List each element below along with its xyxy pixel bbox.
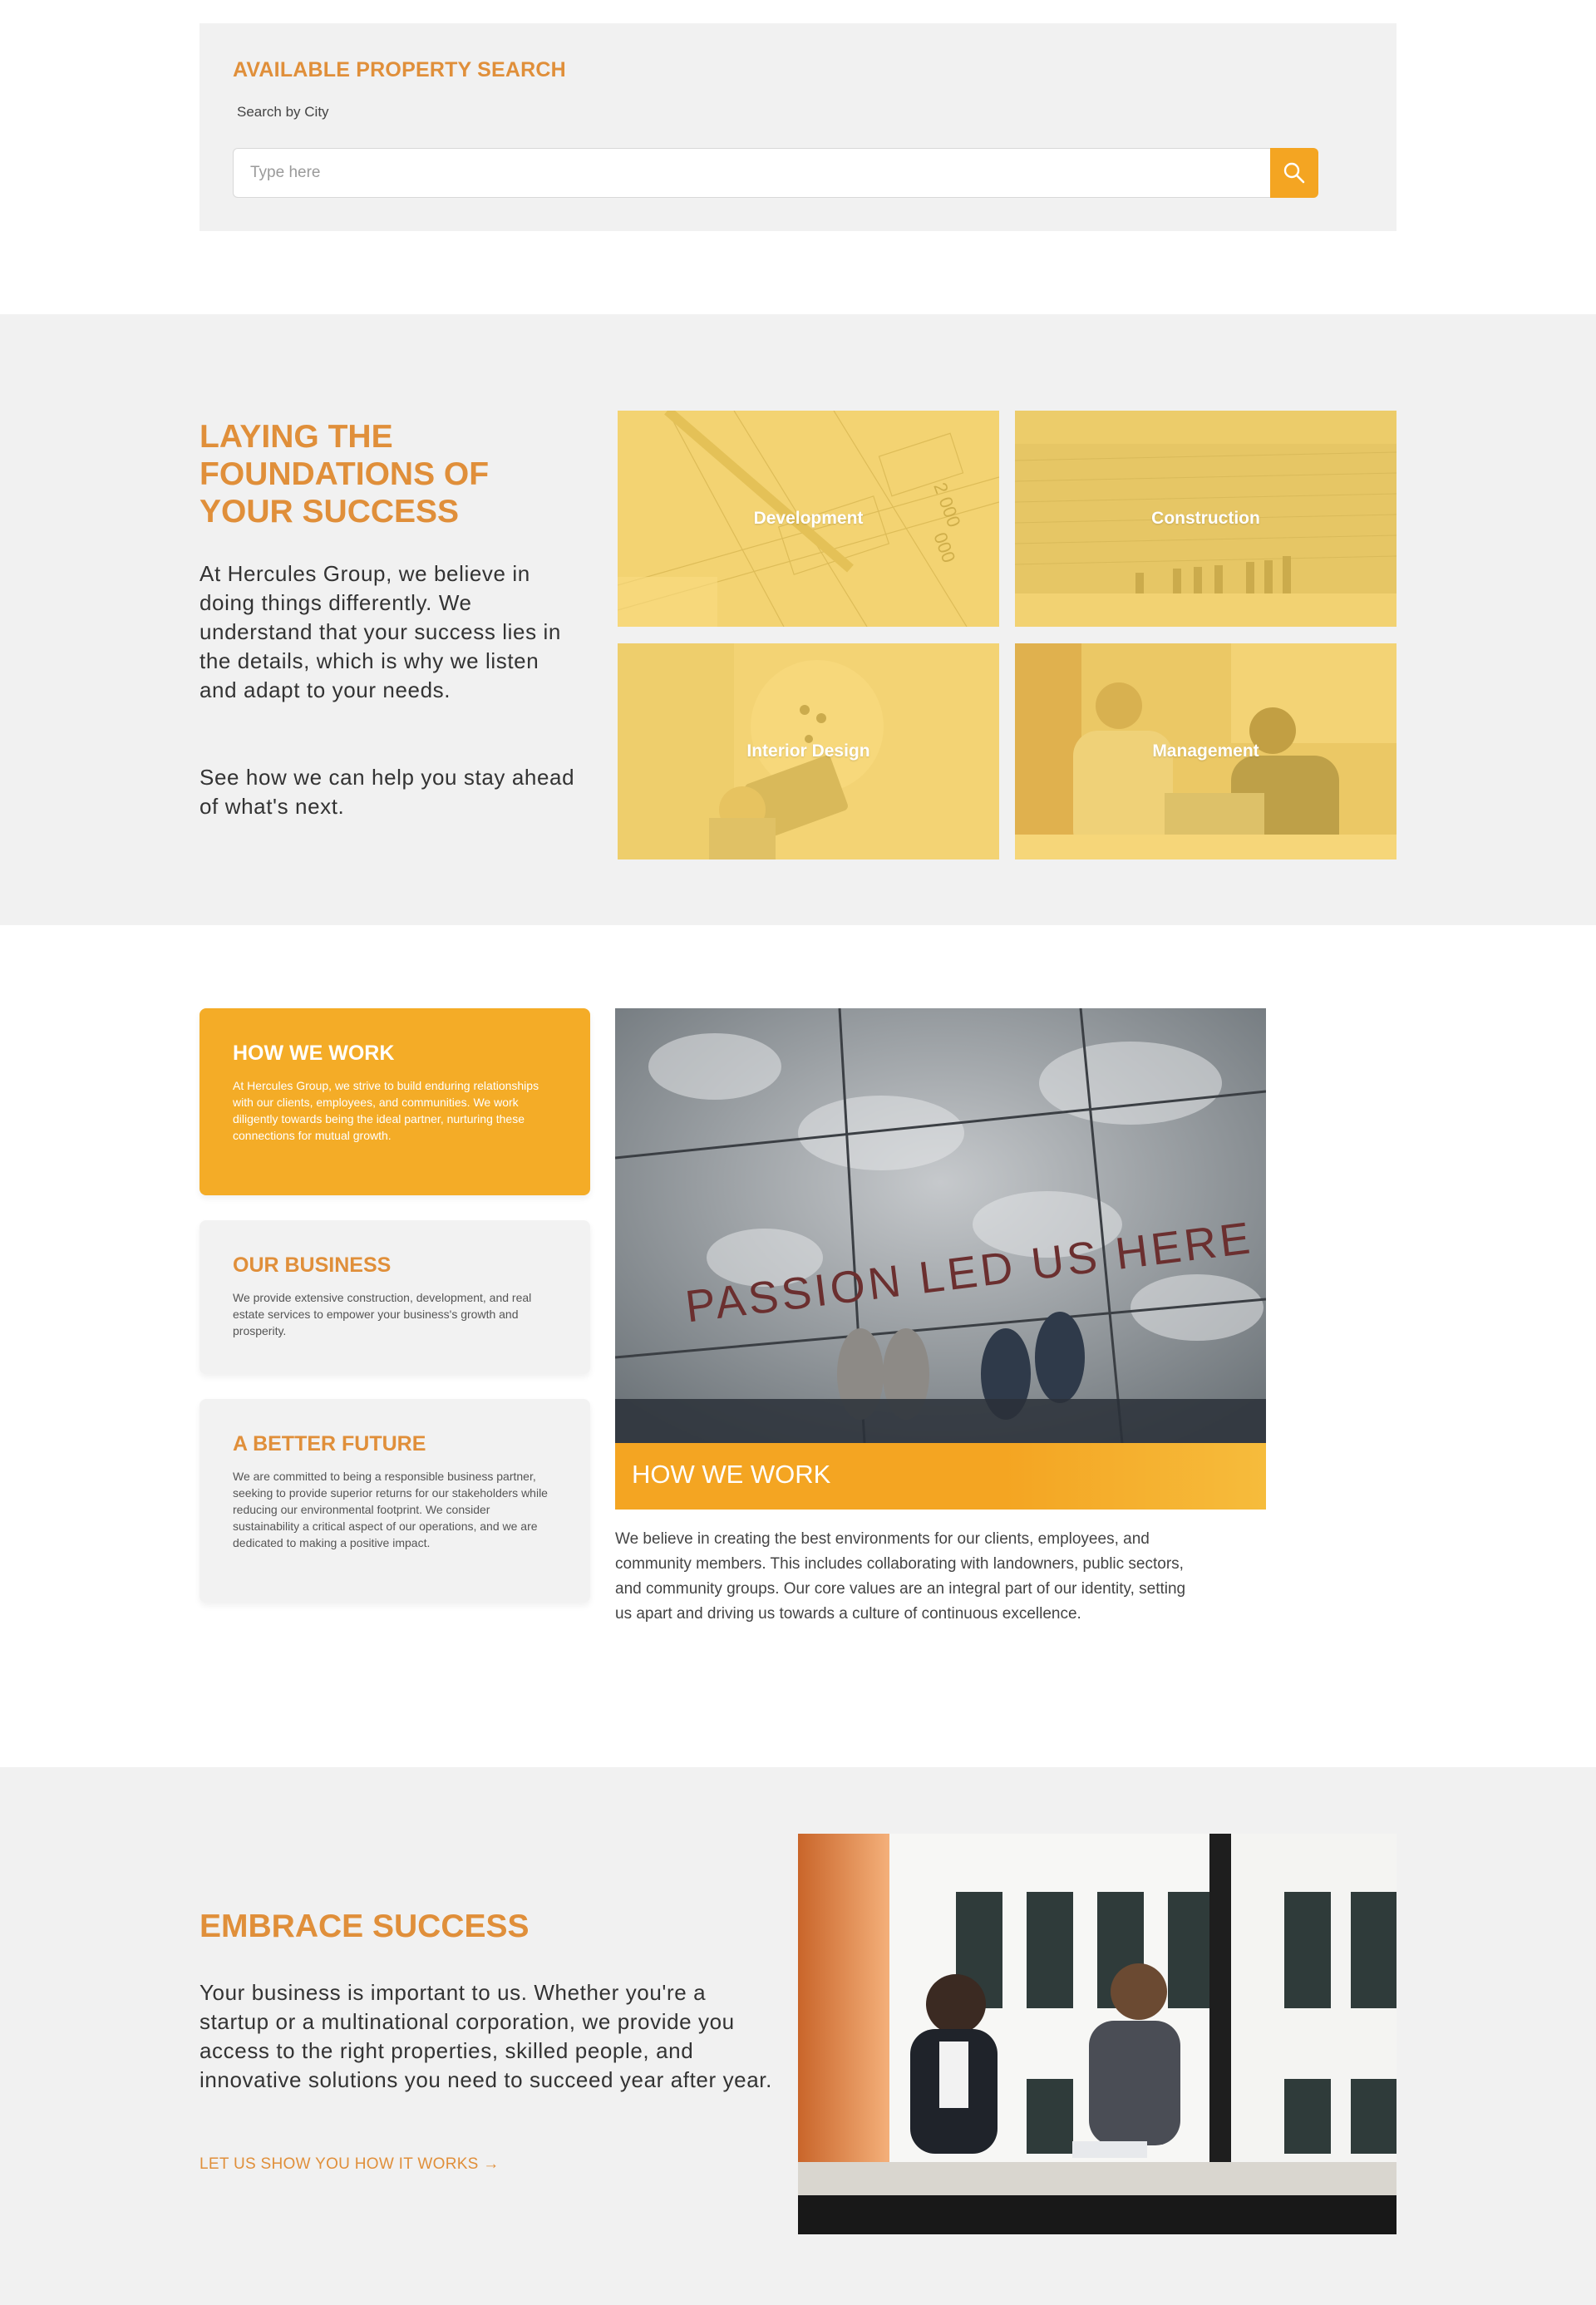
photo-caption: HOW WE WORK [615,1443,1266,1510]
foundations-intro: At Hercules Group, we believe in doing t… [200,561,561,702]
how-we-work-section: HOW WE WORK At Hercules Group, we strive… [0,925,1596,1767]
tile-label-development: Development [753,509,864,528]
embrace-paragraph: Your business is important to us. Whethe… [200,1980,772,2092]
service-tile-management[interactable]: Management [1015,643,1396,859]
embrace-success-section: EMBRACE SUCCESS Your business is importa… [0,1767,1596,2305]
card-text: We provide extensive construction, devel… [233,1291,532,1337]
card-text: At Hercules Group, we strive to build en… [233,1079,539,1142]
tile-label-construction: Construction [1151,509,1260,528]
card-title: HOW WE WORK [233,1042,395,1065]
foundations-cta-text: See how we can help you stay ahead of wh… [200,765,575,819]
search-button[interactable] [1270,148,1318,198]
tile-label-management: Management [1152,741,1259,761]
embrace-photo [798,1834,1396,2234]
card-how-we-work[interactable]: HOW WE WORK At Hercules Group, we strive… [200,1008,590,1195]
city-search-input[interactable] [233,148,1272,198]
property-search-section: AVAILABLE PROPERTY SEARCH Search by City [0,0,1596,314]
search-city-label: Search by City [237,104,329,120]
two-women-talking-image [798,1834,1396,2234]
how-we-work-description: We believe in creating the best environm… [615,1530,1186,1623]
how-it-works-link-label: LET US SHOW YOU HOW IT WORKS [200,2155,479,2173]
card-our-business[interactable]: OUR BUSINESS We provide extensive constr… [200,1220,590,1374]
card-better-future[interactable]: A BETTER FUTURE We are committed to bein… [200,1399,590,1603]
card-text: We are committed to being a responsible … [233,1470,548,1549]
foundations-title: LAYING THE FOUNDATIONS OF YOUR SUCCESS [200,419,490,529]
service-tile-interior-design[interactable]: Interior Design [618,643,999,859]
passion-photo: PASSION LED US HERE [614,1007,1267,1507]
foundations-section: LAYING THE FOUNDATIONS OF YOUR SUCCESS A… [0,314,1596,925]
search-title: AVAILABLE PROPERTY SEARCH [233,58,566,81]
passion-pavement-image: PASSION LED US HERE [614,1007,1267,1444]
how-it-works-link[interactable]: LET US SHOW YOU HOW IT WORKS → [200,2155,500,2174]
embrace-title: EMBRACE SUCCESS [200,1909,530,1944]
tile-label-interior-design: Interior Design [746,741,870,761]
search-icon [1283,162,1305,184]
service-tile-construction[interactable]: Construction [1015,411,1396,627]
property-search-panel: AVAILABLE PROPERTY SEARCH Search by City [200,23,1396,231]
card-title: A BETTER FUTURE [233,1432,426,1455]
card-title: OUR BUSINESS [233,1253,392,1277]
service-tile-development[interactable]: 2 000 000 Development [618,411,999,627]
arrow-right-icon: → [483,2155,500,2173]
